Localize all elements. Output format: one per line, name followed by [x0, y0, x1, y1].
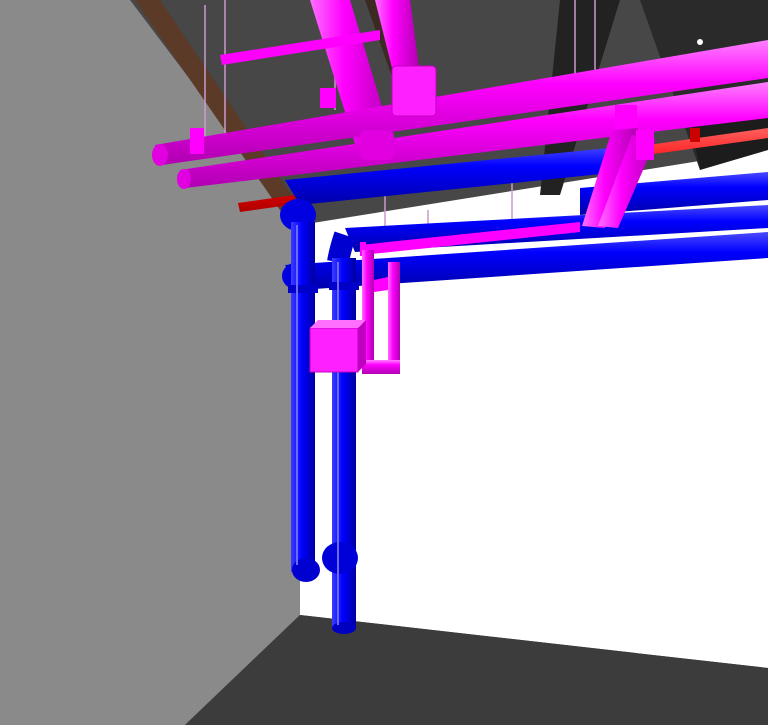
junction-box	[309, 327, 359, 373]
mep-3d-scene	[0, 0, 768, 725]
ceiling-fixture	[697, 39, 703, 45]
